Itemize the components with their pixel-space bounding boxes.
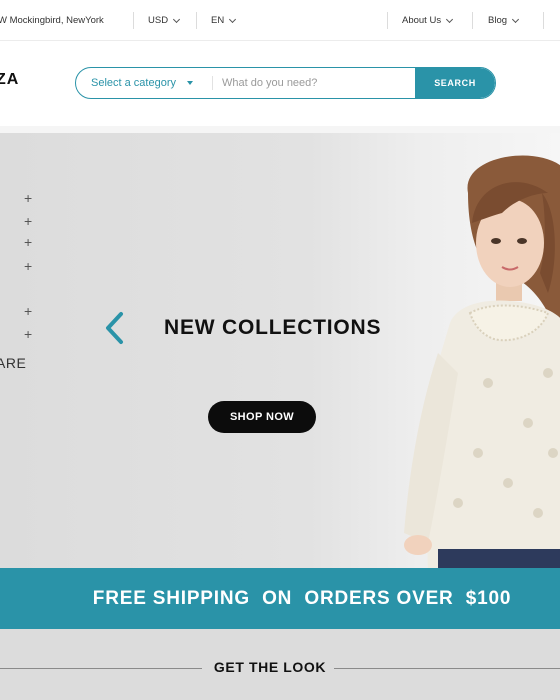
language-label: EN xyxy=(211,15,225,26)
hero-model-image xyxy=(404,155,560,568)
currency-selector[interactable]: USD xyxy=(148,0,181,41)
language-selector[interactable]: EN xyxy=(211,0,237,41)
header: ZA Select a category SEARCH xyxy=(0,41,560,126)
divider xyxy=(196,12,197,29)
section-title: GET THE LOOK xyxy=(213,659,327,675)
chevron-down-icon xyxy=(173,15,181,23)
logo[interactable]: ZA xyxy=(0,71,19,89)
search-button[interactable]: SEARCH xyxy=(415,68,495,98)
category-select-label: Select a category xyxy=(91,77,176,89)
plus-icon[interactable]: + xyxy=(24,259,32,273)
chevron-down-icon xyxy=(446,15,454,23)
free-shipping-text: FREE SHIPPING ON ORDERS OVER $100 xyxy=(92,587,512,609)
free-shipping-banner: FREE SHIPPING ON ORDERS OVER $100 xyxy=(0,568,560,629)
header-spacer xyxy=(0,126,560,133)
plus-icon[interactable]: + xyxy=(24,304,32,318)
search-bar: Select a category SEARCH xyxy=(75,67,496,99)
search-input[interactable] xyxy=(222,68,412,98)
nav-about-us[interactable]: About Us xyxy=(402,0,454,41)
dropdown-triangle-icon xyxy=(187,81,193,85)
nav-blog[interactable]: Blog xyxy=(488,0,520,41)
chevron-down-icon xyxy=(511,15,520,23)
plus-icon[interactable]: + xyxy=(24,191,32,205)
divider xyxy=(472,12,473,29)
hero-banner: + + + + + + ARE NEW COLLECTIONS SHOP NOW xyxy=(0,133,560,568)
nav-blog-label: Blog xyxy=(488,15,508,26)
chevron-left-icon[interactable] xyxy=(102,311,128,345)
category-menu-item[interactable]: ARE xyxy=(0,355,26,371)
top-bar: W Mockingbird, NewYork USD EN About Us B… xyxy=(0,0,560,41)
hero-title: NEW COLLECTIONS xyxy=(164,316,382,339)
nav-about-us-label: About Us xyxy=(402,15,442,26)
plus-icon[interactable]: + xyxy=(24,214,32,228)
section-divider-line xyxy=(334,668,560,669)
divider xyxy=(133,12,134,29)
shop-now-button[interactable]: SHOP NOW xyxy=(208,401,316,433)
store-address: W Mockingbird, NewYork xyxy=(0,15,104,26)
page: W Mockingbird, NewYork USD EN About Us B… xyxy=(0,0,560,700)
chevron-down-icon xyxy=(229,15,237,23)
plus-icon[interactable]: + xyxy=(24,327,32,341)
divider xyxy=(543,12,544,29)
plus-icon[interactable]: + xyxy=(24,235,32,249)
get-the-look-section: GET THE LOOK xyxy=(0,629,560,700)
divider xyxy=(387,12,388,29)
currency-label: USD xyxy=(148,15,169,26)
category-select[interactable]: Select a category xyxy=(76,68,212,98)
search-divider xyxy=(212,76,213,90)
